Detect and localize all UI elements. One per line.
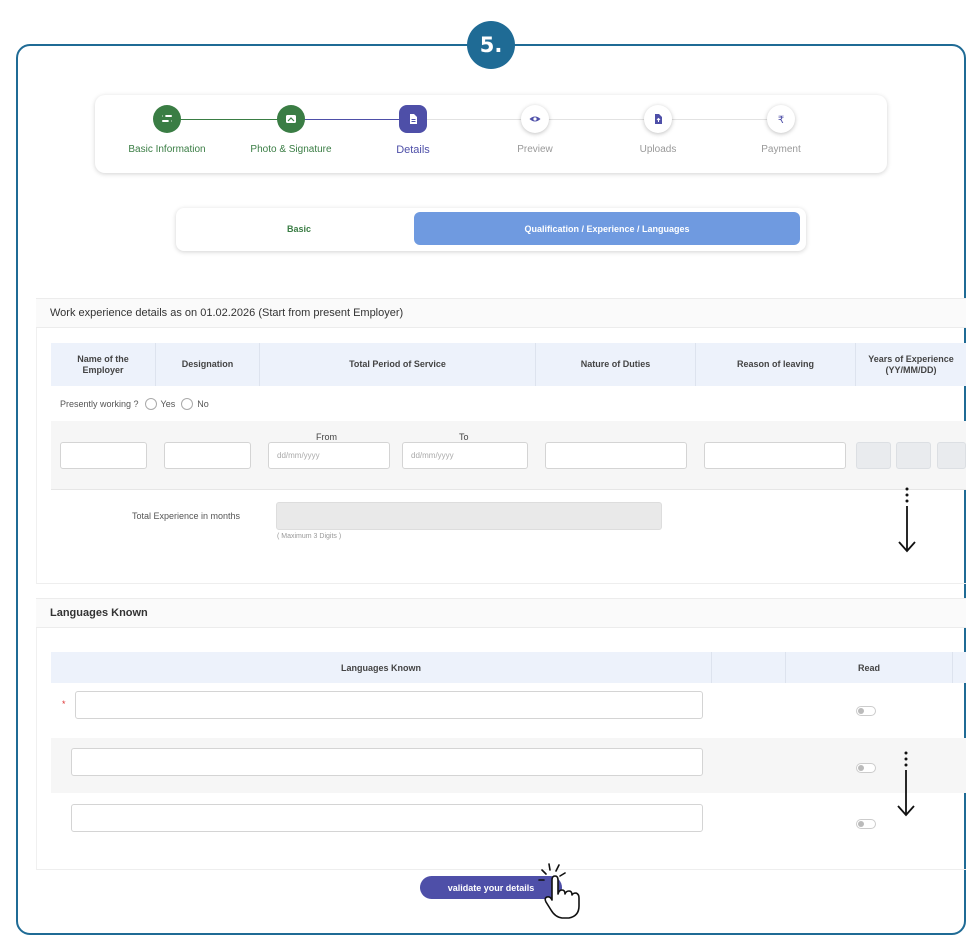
presently-working-row: Presently working ? Yes No <box>60 398 209 410</box>
column-header: Years of Experience (YY/MM/DD) <box>868 353 954 375</box>
eye-icon <box>521 105 549 133</box>
employer-name-input[interactable] <box>60 442 147 469</box>
form-tabs: Basic Qualification / Experience / Langu… <box>176 208 806 251</box>
photo-icon <box>277 105 305 133</box>
step-label: Payment <box>761 144 801 155</box>
scroll-down-arrow-icon <box>897 751 915 817</box>
radio-circle[interactable] <box>144 398 157 410</box>
scroll-down-arrow-icon <box>898 487 916 553</box>
radio-no-label: No <box>197 399 209 409</box>
to-label: To <box>459 432 469 442</box>
from-date-input[interactable]: dd/mm/yyyy <box>268 442 390 469</box>
progress-stepper: Basic Information Photo & Signature Deta… <box>95 95 887 173</box>
step-preview[interactable]: Preview <box>465 105 605 155</box>
designation-input[interactable] <box>164 442 251 469</box>
step-label: Basic Information <box>128 144 206 155</box>
column-header: Name of the Employer <box>51 343 156 386</box>
step-payment[interactable]: ₹ Payment <box>711 105 851 155</box>
upload-file-icon <box>644 105 672 133</box>
read-toggle[interactable] <box>856 819 876 829</box>
language-input[interactable] <box>71 804 703 832</box>
languages-table-header: Languages Known Read <box>51 652 966 683</box>
total-experience-input[interactable] <box>276 502 662 530</box>
rupee-icon: ₹ <box>767 105 795 133</box>
svg-text:₹: ₹ <box>778 115 784 126</box>
pointer-hand-icon <box>538 863 580 919</box>
step-label: Photo & Signature <box>250 144 332 155</box>
list-icon <box>153 105 181 133</box>
language-input[interactable] <box>71 748 703 776</box>
column-header: Nature of Duties <box>536 343 696 386</box>
from-label: From <box>316 432 337 442</box>
column-header: Total Period of Service <box>260 343 536 386</box>
language-input[interactable] <box>75 691 703 719</box>
step-photo-signature[interactable]: Photo & Signature <box>221 105 361 155</box>
experience-years-input[interactable] <box>856 442 891 469</box>
read-toggle[interactable] <box>856 706 876 716</box>
experience-months-input[interactable] <box>896 442 931 469</box>
step-label: Uploads <box>639 144 677 155</box>
tab-qualification[interactable]: Qualification / Experience / Languages <box>414 212 800 245</box>
work-table-header: Name of the Employer Designation Total P… <box>51 343 966 386</box>
experience-days-input[interactable] <box>937 442 966 469</box>
step-details[interactable]: Details <box>343 105 483 156</box>
step-label: Preview <box>517 144 553 155</box>
column-header: Read <box>786 652 953 683</box>
tab-basic[interactable]: Basic <box>184 212 414 245</box>
column-header: Languages Known <box>51 652 712 683</box>
step-number-badge: 5. <box>467 21 515 69</box>
column-header: Designation <box>156 343 260 386</box>
nature-of-duties-input[interactable] <box>545 442 687 469</box>
radio-circle[interactable] <box>181 398 194 410</box>
radio-yes[interactable]: Yes <box>144 398 176 410</box>
document-icon <box>399 105 427 133</box>
to-date-input[interactable]: dd/mm/yyyy <box>402 442 528 469</box>
total-experience-hint: ( Maximum 3 Digits ) <box>277 533 342 540</box>
step-uploads[interactable]: Uploads <box>588 105 728 155</box>
column-header <box>712 652 786 683</box>
total-experience-label: Total Experience in months <box>132 511 241 521</box>
column-header: Reason of leaving <box>696 343 856 386</box>
radio-yes-label: Yes <box>160 399 176 409</box>
read-toggle[interactable] <box>856 763 876 773</box>
work-experience-title: Work experience details as on 01.02.2026… <box>36 298 966 328</box>
step-basic-information[interactable]: Basic Information <box>97 105 237 155</box>
reason-of-leaving-input[interactable] <box>704 442 846 469</box>
presently-working-label: Presently working ? <box>60 399 139 409</box>
required-asterisk: * <box>62 699 66 709</box>
languages-title: Languages Known <box>36 598 966 628</box>
radio-no[interactable]: No <box>181 398 209 410</box>
step-label: Details <box>396 144 430 156</box>
